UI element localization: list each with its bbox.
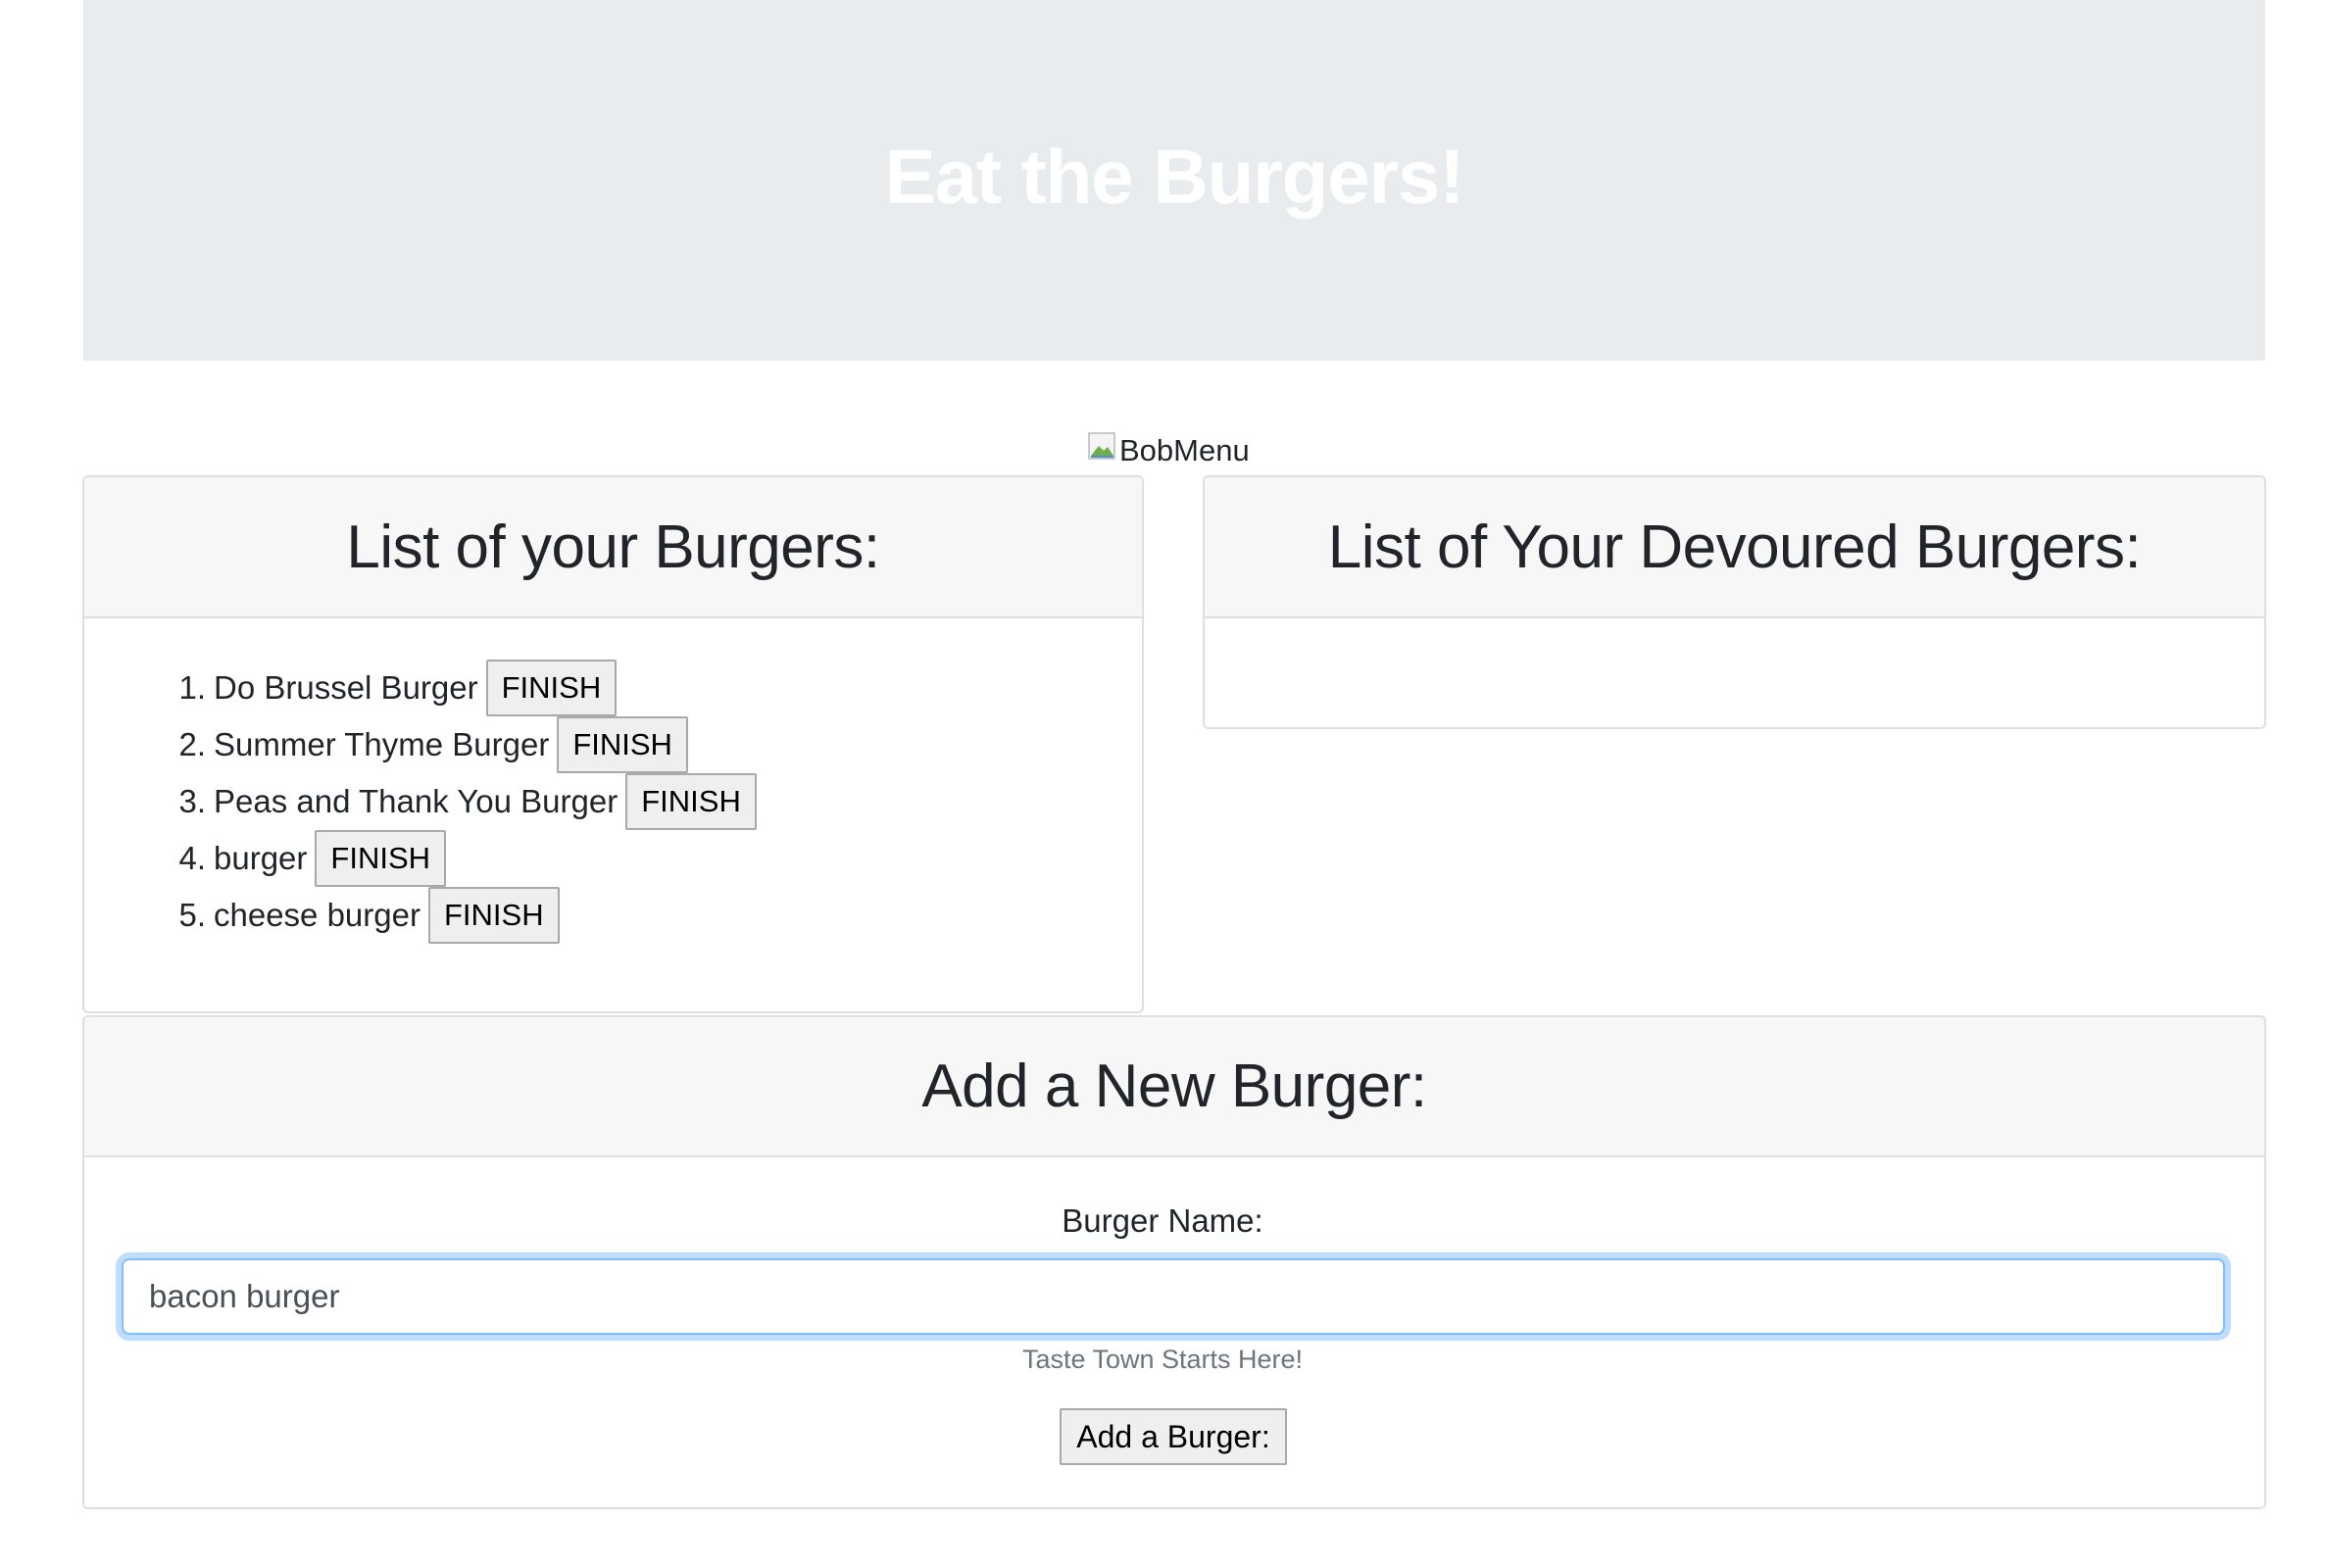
jumbotron-header: Eat the Burgers!	[83, 0, 2265, 361]
add-burger-card-title: Add a New Burger:	[921, 1053, 1427, 1120]
list-item: 3. Peas and Thank You Burger FINISH	[169, 773, 757, 830]
broken-image-icon	[1088, 432, 1117, 462]
devoured-card-title: List of Your Devoured Burgers:	[1327, 513, 2142, 581]
add-burger-button[interactable]: Add a Burger:	[1060, 1408, 1287, 1465]
help-text: Taste Town Starts Here!	[1021, 1345, 1304, 1374]
devoured-card: List of Your Devoured Burgers:	[1203, 475, 2266, 729]
finish-button[interactable]: FINISH	[557, 716, 688, 773]
burgers-card-title: List of your Burgers:	[346, 513, 880, 581]
devoured-card-header: List of Your Devoured Burgers:	[1205, 477, 2264, 618]
burger-name-input[interactable]	[122, 1258, 2225, 1335]
list-item-number: 4.	[178, 840, 206, 876]
menu-image: BobMenu	[1088, 429, 1250, 472]
burgers-card-header: List of your Burgers:	[84, 477, 1142, 618]
menu-image-alt-text: BobMenu	[1119, 433, 1250, 467]
burger-name: Summer Thyme Burger	[214, 726, 550, 762]
list-item: 5. cheese burger FINISH	[169, 887, 757, 944]
burger-name: Peas and Thank You Burger	[214, 783, 618, 819]
burger-name: Do Brussel Burger	[214, 669, 478, 706]
finish-button[interactable]: FINISH	[625, 773, 757, 830]
list-item-number: 2.	[178, 726, 206, 762]
burger-name: burger	[214, 840, 308, 876]
list-item: 4. burger FINISH	[169, 830, 757, 887]
list-item: 2. Summer Thyme Burger FINISH	[169, 716, 757, 773]
burger-name: cheese burger	[214, 897, 420, 933]
finish-button[interactable]: FINISH	[485, 660, 618, 716]
list-item: 1. Do Brussel Burger FINISH	[169, 660, 757, 716]
add-burger-card-header: Add a New Burger:	[84, 1017, 2264, 1157]
page-title: Eat the Burgers!	[884, 132, 1465, 220]
burgers-card: List of your Burgers: 1. Do Brussel Burg…	[82, 475, 1144, 1013]
list-item-number: 1.	[178, 669, 206, 706]
burger-list: 1. Do Brussel Burger FINISH 2. Summer Th…	[169, 660, 757, 944]
list-item-number: 3.	[178, 783, 206, 819]
burger-name-label: Burger Name:	[1062, 1202, 1263, 1239]
list-item-number: 5.	[178, 897, 206, 933]
finish-button[interactable]: FINISH	[427, 887, 560, 944]
finish-button[interactable]: FINISH	[315, 830, 447, 887]
